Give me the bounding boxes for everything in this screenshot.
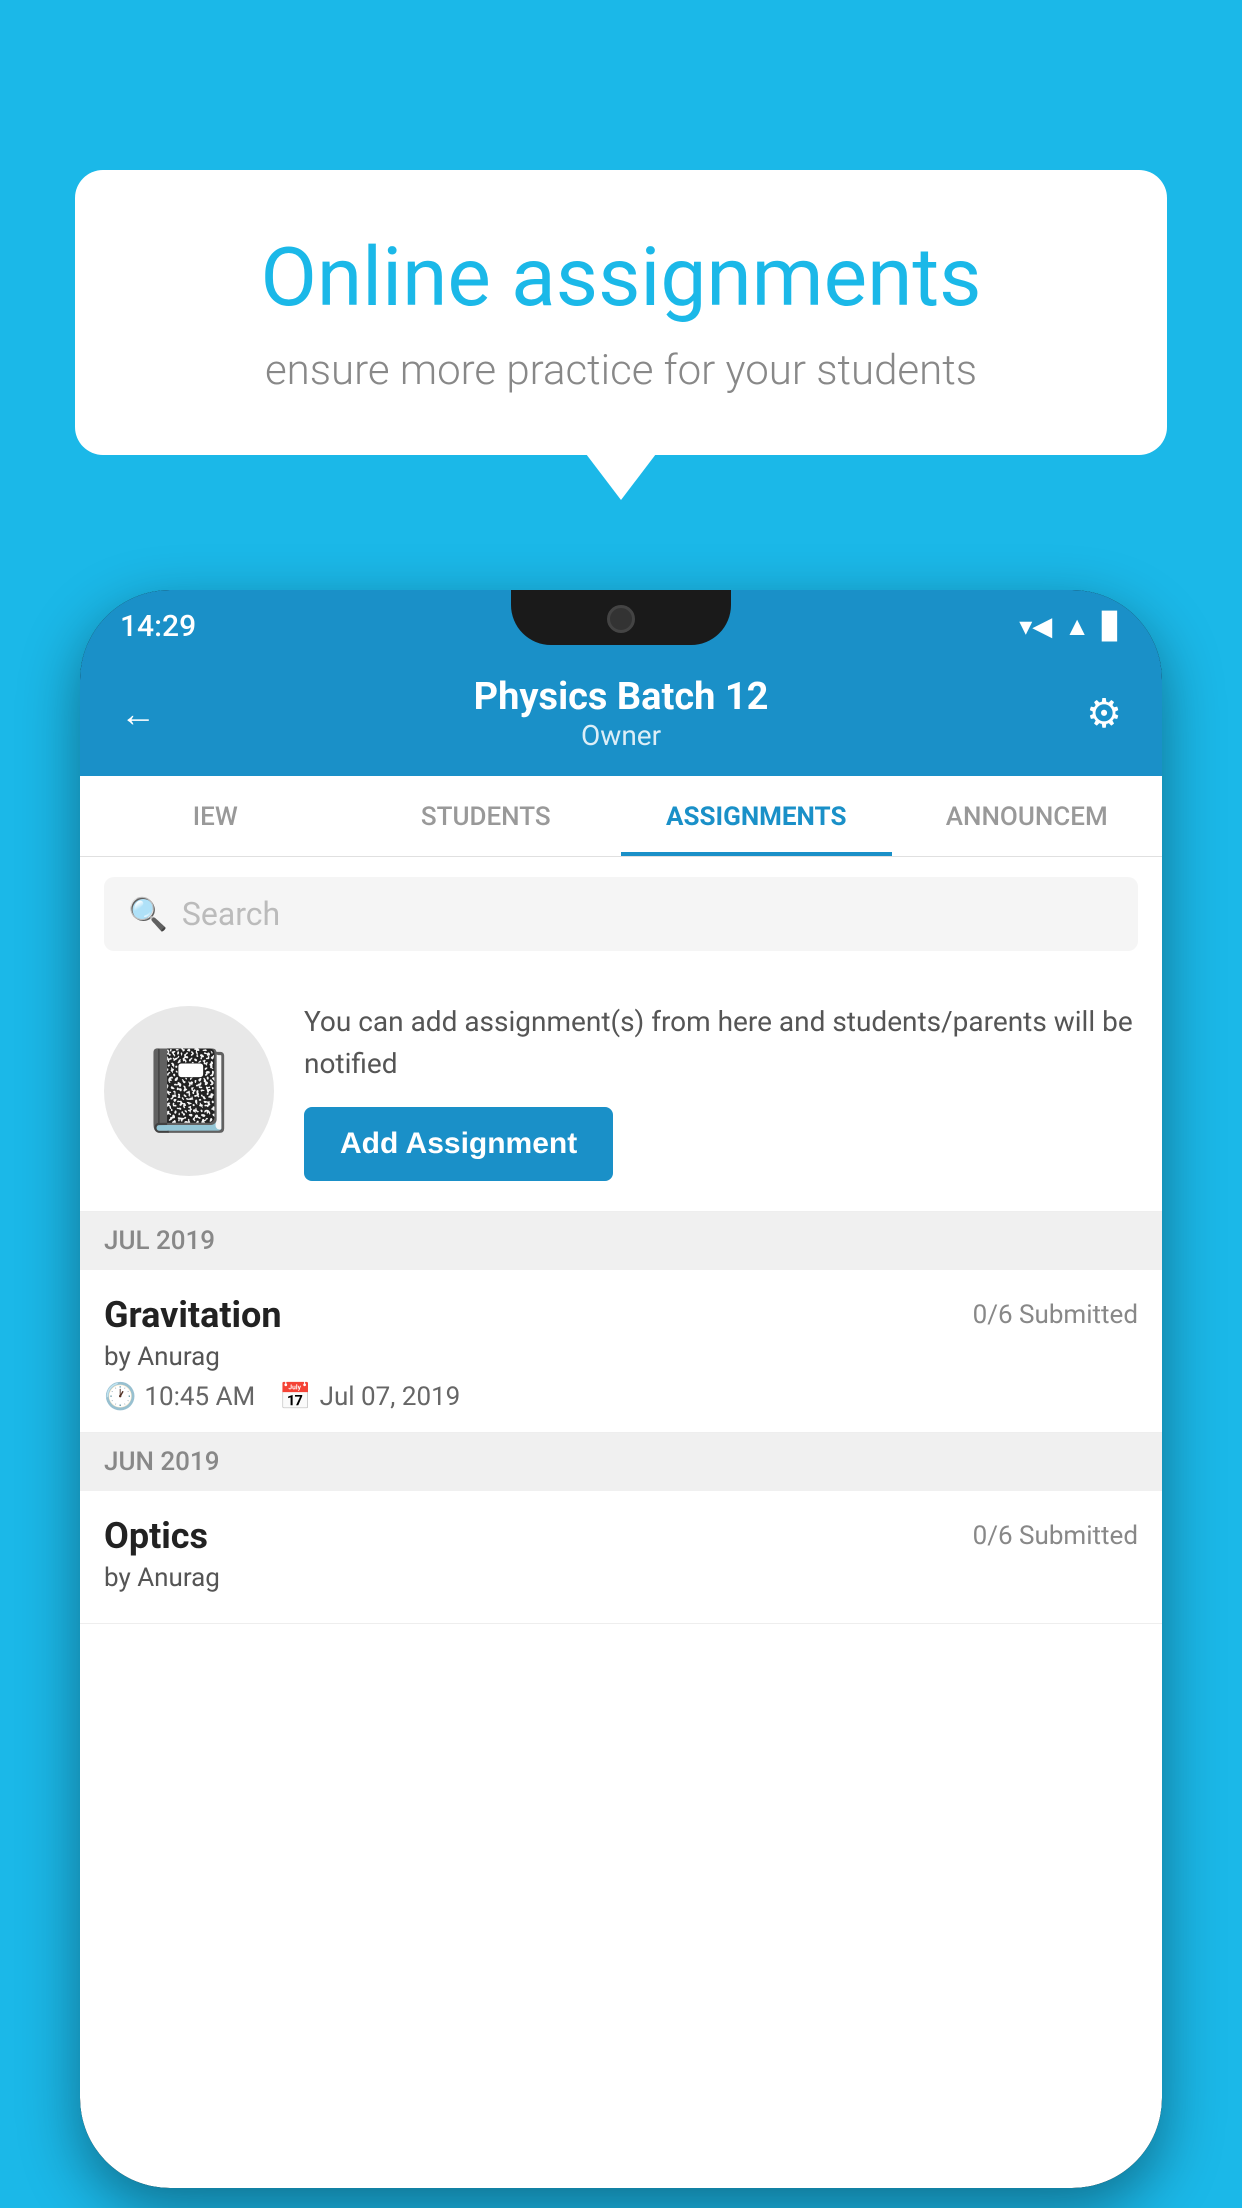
search-container: 🔍 Search bbox=[80, 857, 1162, 971]
section-jun-2019: JUN 2019 bbox=[80, 1433, 1162, 1491]
assignment-date-gravitation: 📅 Jul 07, 2019 bbox=[279, 1382, 460, 1412]
search-icon: 🔍 bbox=[128, 895, 168, 933]
phone-container: 14:29 ▾◀ ▲ ▊ ← Physics Batch 12 Owner ⚙ … bbox=[80, 590, 1162, 2188]
tab-students[interactable]: STUDENTS bbox=[351, 776, 622, 856]
settings-button[interactable]: ⚙ bbox=[1086, 690, 1122, 737]
assignment-time-text: 10:45 AM bbox=[144, 1382, 255, 1412]
section-label-jul: JUL 2019 bbox=[104, 1226, 215, 1256]
speech-bubble-title: Online assignments bbox=[145, 230, 1097, 326]
assignment-by-optics: by Anurag bbox=[104, 1563, 1138, 1593]
phone-screen: 14:29 ▾◀ ▲ ▊ ← Physics Batch 12 Owner ⚙ … bbox=[80, 590, 1162, 2188]
speech-bubble-container: Online assignments ensure more practice … bbox=[75, 170, 1167, 455]
calendar-icon: 📅 bbox=[279, 1382, 311, 1412]
battery-icon: ▊ bbox=[1102, 612, 1122, 642]
assignment-top-optics: Optics 0/6 Submitted bbox=[104, 1515, 1138, 1557]
assignment-time-gravitation: 🕐 10:45 AM bbox=[104, 1382, 255, 1412]
wifi-icon: ▾◀ bbox=[1019, 612, 1052, 642]
notebook-icon: 📓 bbox=[139, 1044, 239, 1138]
assignment-meta-gravitation: 🕐 10:45 AM 📅 Jul 07, 2019 bbox=[104, 1382, 1138, 1412]
assignment-date-text: Jul 07, 2019 bbox=[320, 1382, 461, 1412]
assignment-optics[interactable]: Optics 0/6 Submitted by Anurag bbox=[80, 1491, 1162, 1624]
speech-bubble: Online assignments ensure more practice … bbox=[75, 170, 1167, 455]
tab-iew[interactable]: IEW bbox=[80, 776, 351, 856]
tab-announcements[interactable]: ANNOUNCEM bbox=[892, 776, 1163, 856]
phone-notch bbox=[511, 590, 731, 645]
assignment-gravitation[interactable]: Gravitation 0/6 Submitted by Anurag 🕐 10… bbox=[80, 1270, 1162, 1433]
header-title: Physics Batch 12 bbox=[474, 675, 769, 719]
section-label-jun: JUN 2019 bbox=[104, 1447, 219, 1477]
app-header: ← Physics Batch 12 Owner ⚙ bbox=[80, 655, 1162, 776]
search-placeholder: Search bbox=[182, 895, 280, 933]
header-subtitle: Owner bbox=[474, 719, 769, 752]
tab-assignments[interactable]: ASSIGNMENTS bbox=[621, 776, 892, 856]
assignment-submitted-optics: 0/6 Submitted bbox=[973, 1521, 1138, 1551]
section-jul-2019: JUL 2019 bbox=[80, 1212, 1162, 1270]
screen-content: 🔍 Search 📓 You can add assignment(s) fro… bbox=[80, 857, 1162, 2188]
phone-frame: 14:29 ▾◀ ▲ ▊ ← Physics Batch 12 Owner ⚙ … bbox=[80, 590, 1162, 2188]
back-button[interactable]: ← bbox=[120, 693, 156, 735]
speech-bubble-subtitle: ensure more practice for your students bbox=[145, 346, 1097, 395]
search-bar[interactable]: 🔍 Search bbox=[104, 877, 1138, 951]
status-time: 14:29 bbox=[120, 609, 196, 644]
status-icons: ▾◀ ▲ ▊ bbox=[1019, 611, 1122, 642]
tab-bar: IEW STUDENTS ASSIGNMENTS ANNOUNCEM bbox=[80, 776, 1162, 857]
assignment-by-gravitation: by Anurag bbox=[104, 1342, 1138, 1372]
add-assignment-button[interactable]: Add Assignment bbox=[304, 1107, 613, 1181]
prompt-description: You can add assignment(s) from here and … bbox=[304, 1001, 1138, 1085]
clock-icon: 🕐 bbox=[104, 1382, 136, 1412]
header-title-block: Physics Batch 12 Owner bbox=[474, 675, 769, 752]
assignment-icon-wrap: 📓 bbox=[104, 1006, 274, 1176]
assignment-title-optics: Optics bbox=[104, 1515, 208, 1557]
assignment-top: Gravitation 0/6 Submitted bbox=[104, 1294, 1138, 1336]
signal-icon: ▲ bbox=[1064, 611, 1090, 642]
prompt-text-block: You can add assignment(s) from here and … bbox=[304, 1001, 1138, 1181]
phone-camera bbox=[607, 605, 635, 633]
assignment-title-gravitation: Gravitation bbox=[104, 1294, 282, 1336]
prompt-section: 📓 You can add assignment(s) from here an… bbox=[80, 971, 1162, 1212]
assignment-submitted-gravitation: 0/6 Submitted bbox=[973, 1300, 1138, 1330]
